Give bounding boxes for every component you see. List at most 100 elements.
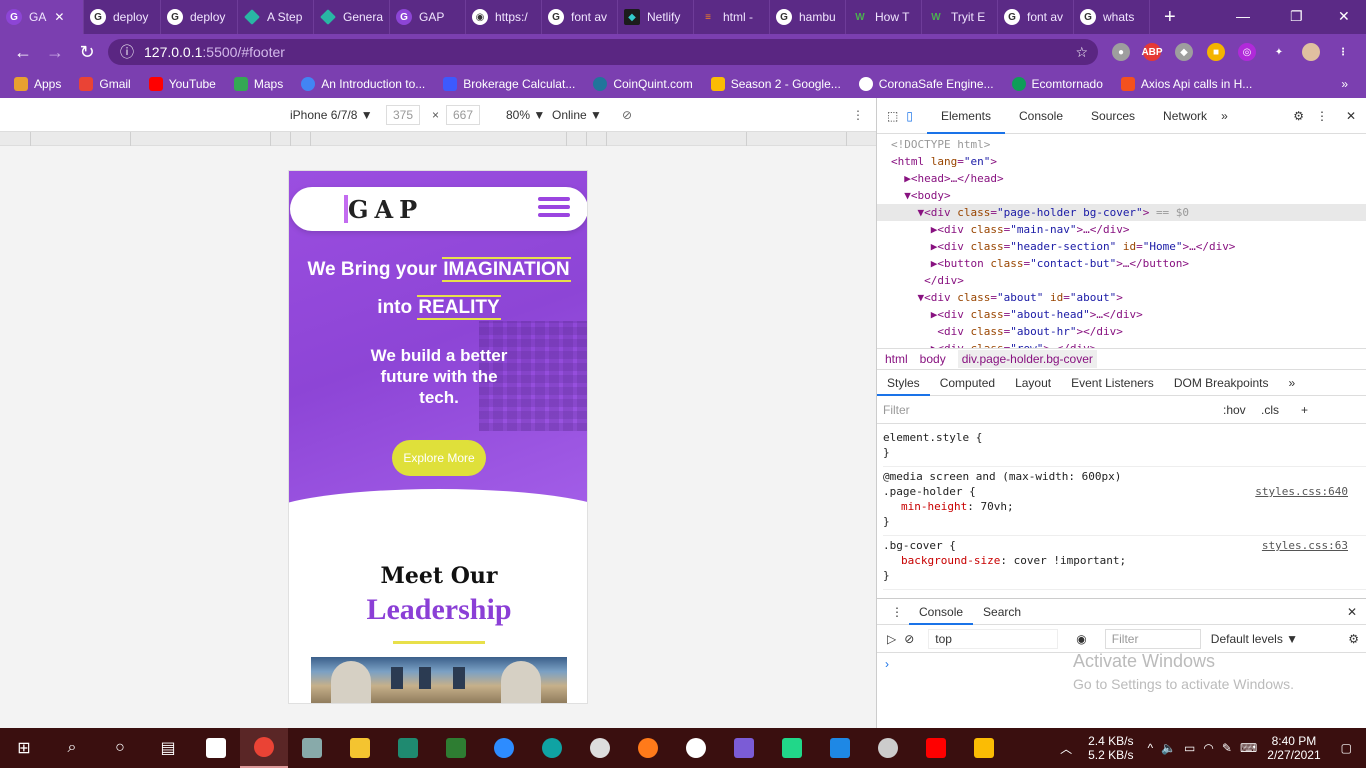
bookmark-season2[interactable]: Season 2 - Google...: [710, 77, 841, 91]
site-logo[interactable]: GAP: [348, 195, 423, 224]
close-tab-icon[interactable]: ✕: [54, 10, 64, 24]
tab-8[interactable]: ◆ Netlify: [618, 0, 694, 34]
close-window-icon[interactable]: ✕: [1338, 8, 1350, 25]
app-icon[interactable]: [720, 728, 768, 768]
tab-9[interactable]: ≡ html -: [694, 0, 770, 34]
app-icon[interactable]: [288, 728, 336, 768]
tab-2[interactable]: Gdeploy: [161, 0, 238, 34]
bookmark-ecomtornado[interactable]: Ecomtornado: [1011, 77, 1103, 91]
pycharm-icon[interactable]: [768, 728, 816, 768]
forward-icon[interactable]: →: [46, 42, 64, 63]
sidebar-toggle-icon[interactable]: ▷: [887, 632, 896, 646]
zoom-icon[interactable]: [480, 728, 528, 768]
google-drive-icon[interactable]: [960, 728, 1008, 768]
puzzle-icon[interactable]: ✦: [1270, 43, 1288, 61]
keyboard-icon[interactable]: ⌨: [1240, 741, 1257, 755]
bookmark-apps[interactable]: Apps: [14, 77, 61, 91]
app-icon[interactable]: [864, 728, 912, 768]
context-select[interactable]: top: [928, 628, 1059, 649]
extension-icon[interactable]: ◆: [1175, 43, 1193, 61]
chevron-up-icon[interactable]: ︿: [1060, 740, 1072, 757]
menu-dots-icon[interactable]: ⋮: [1334, 43, 1352, 61]
source-link[interactable]: styles.css:63: [1262, 538, 1348, 553]
crumb-body[interactable]: body: [920, 352, 946, 366]
tab-sources[interactable]: Sources: [1077, 98, 1149, 134]
tab-search[interactable]: Search: [973, 599, 1031, 625]
minimize-icon[interactable]: —: [1236, 8, 1250, 24]
file-explorer-icon[interactable]: [336, 728, 384, 768]
drawer-menu-icon[interactable]: ⋮: [891, 605, 903, 619]
tab-13[interactable]: Gfont av: [998, 0, 1074, 34]
declaration[interactable]: background-size: cover !important;: [883, 553, 1366, 568]
tab-console-drawer[interactable]: Console: [909, 599, 974, 625]
crumb-html[interactable]: html: [885, 352, 908, 366]
notification-icon[interactable]: ▢: [1341, 741, 1352, 755]
tab-dom-breakpoints[interactable]: DOM Breakpoints: [1164, 370, 1279, 396]
dom-tree[interactable]: <!DOCTYPE html> <html lang="en"> ▶<head>…: [877, 134, 1366, 348]
devtools-menu-icon[interactable]: ⋮: [1316, 109, 1328, 123]
cls-toggle[interactable]: .cls: [1261, 403, 1279, 417]
windows-start-icon[interactable]: ⊞: [0, 728, 48, 768]
tab-7[interactable]: Gfont av: [542, 0, 618, 34]
rotate-icon[interactable]: ⊘: [622, 108, 632, 122]
clock[interactable]: 8:40 PM 2/27/2021: [1267, 734, 1320, 762]
battery-icon[interactable]: ▭: [1184, 741, 1195, 755]
extension-icon[interactable]: ■: [1207, 43, 1225, 61]
tab-11[interactable]: W How T: [846, 0, 922, 34]
app-icon[interactable]: [432, 728, 480, 768]
more-tabs-icon[interactable]: »: [1221, 109, 1228, 123]
tray-up-icon[interactable]: ^: [1147, 741, 1153, 755]
tab-layout[interactable]: Layout: [1005, 370, 1061, 396]
tab-1[interactable]: Gdeploy: [84, 0, 161, 34]
tab-network[interactable]: Network: [1149, 98, 1221, 134]
explore-more-button[interactable]: Explore More: [392, 440, 486, 476]
bookmark-coinquint[interactable]: CoinQuint.com: [593, 77, 693, 91]
tab-0[interactable]: G GA ✕: [0, 0, 84, 34]
extension-icon[interactable]: ◎: [1238, 43, 1256, 61]
wifi-icon[interactable]: ◠: [1203, 741, 1213, 755]
bookmark-youtube[interactable]: YouTube: [148, 77, 216, 91]
bookmark-maps[interactable]: Maps: [233, 77, 283, 91]
eye-icon[interactable]: ◉: [1076, 632, 1086, 646]
height-input[interactable]: 667: [446, 104, 481, 125]
bookmark-intro[interactable]: An Introduction to...: [301, 77, 425, 91]
device-toggle-icon[interactable]: ▯: [906, 109, 913, 123]
more-subtabs-icon[interactable]: »: [1279, 370, 1306, 396]
app-icon[interactable]: [384, 728, 432, 768]
console-settings-icon[interactable]: ⚙: [1348, 632, 1359, 646]
tab-elements[interactable]: Elements: [926, 98, 1005, 134]
width-input[interactable]: 375: [386, 104, 421, 125]
tab-console[interactable]: Console: [1005, 98, 1077, 134]
inspect-icon[interactable]: ⬚: [887, 109, 898, 123]
edge-icon[interactable]: [528, 728, 576, 768]
tab-computed[interactable]: Computed: [930, 370, 1005, 396]
extension-icon[interactable]: ●: [1112, 43, 1130, 61]
settings-gear-icon[interactable]: ⚙: [1293, 109, 1304, 123]
youtube-icon[interactable]: [912, 728, 960, 768]
more-options-icon[interactable]: ⋮: [852, 108, 864, 122]
bookmark-axios[interactable]: Axios Api calls in H...: [1120, 77, 1252, 91]
tab-12[interactable]: W Tryit E: [922, 0, 998, 34]
cortana-icon[interactable]: ○: [96, 728, 144, 768]
console-filter[interactable]: Filter: [1104, 628, 1201, 649]
zoom-select[interactable]: 80% ▼: [506, 108, 545, 122]
info-icon[interactable]: ⓘ: [120, 42, 134, 62]
app-icon[interactable]: [576, 728, 624, 768]
app-icon[interactable]: [672, 728, 720, 768]
crumb-selected[interactable]: div.page-holder.bg-cover: [957, 350, 1097, 368]
source-link[interactable]: styles.css:640: [1255, 484, 1348, 499]
tab-6[interactable]: ◉ https:/: [466, 0, 542, 34]
bookmark-brokerage[interactable]: Brokerage Calculat...: [443, 77, 575, 91]
chrome-icon[interactable]: [240, 728, 288, 768]
levels-select[interactable]: Default levels ▼: [1211, 632, 1298, 646]
app-icon[interactable]: [624, 728, 672, 768]
close-drawer-icon[interactable]: ✕: [1347, 605, 1357, 619]
new-tab-icon[interactable]: +: [1164, 6, 1176, 29]
pen-icon[interactable]: ✎: [1222, 741, 1232, 755]
new-rule-icon[interactable]: +: [1301, 403, 1308, 417]
volume-icon[interactable]: 🔈: [1161, 741, 1176, 755]
tab-10[interactable]: Ghambu: [770, 0, 846, 34]
adblock-icon[interactable]: ABP: [1141, 43, 1163, 61]
task-view-icon[interactable]: ▤: [144, 728, 192, 768]
hov-toggle[interactable]: :hov: [1223, 403, 1246, 417]
